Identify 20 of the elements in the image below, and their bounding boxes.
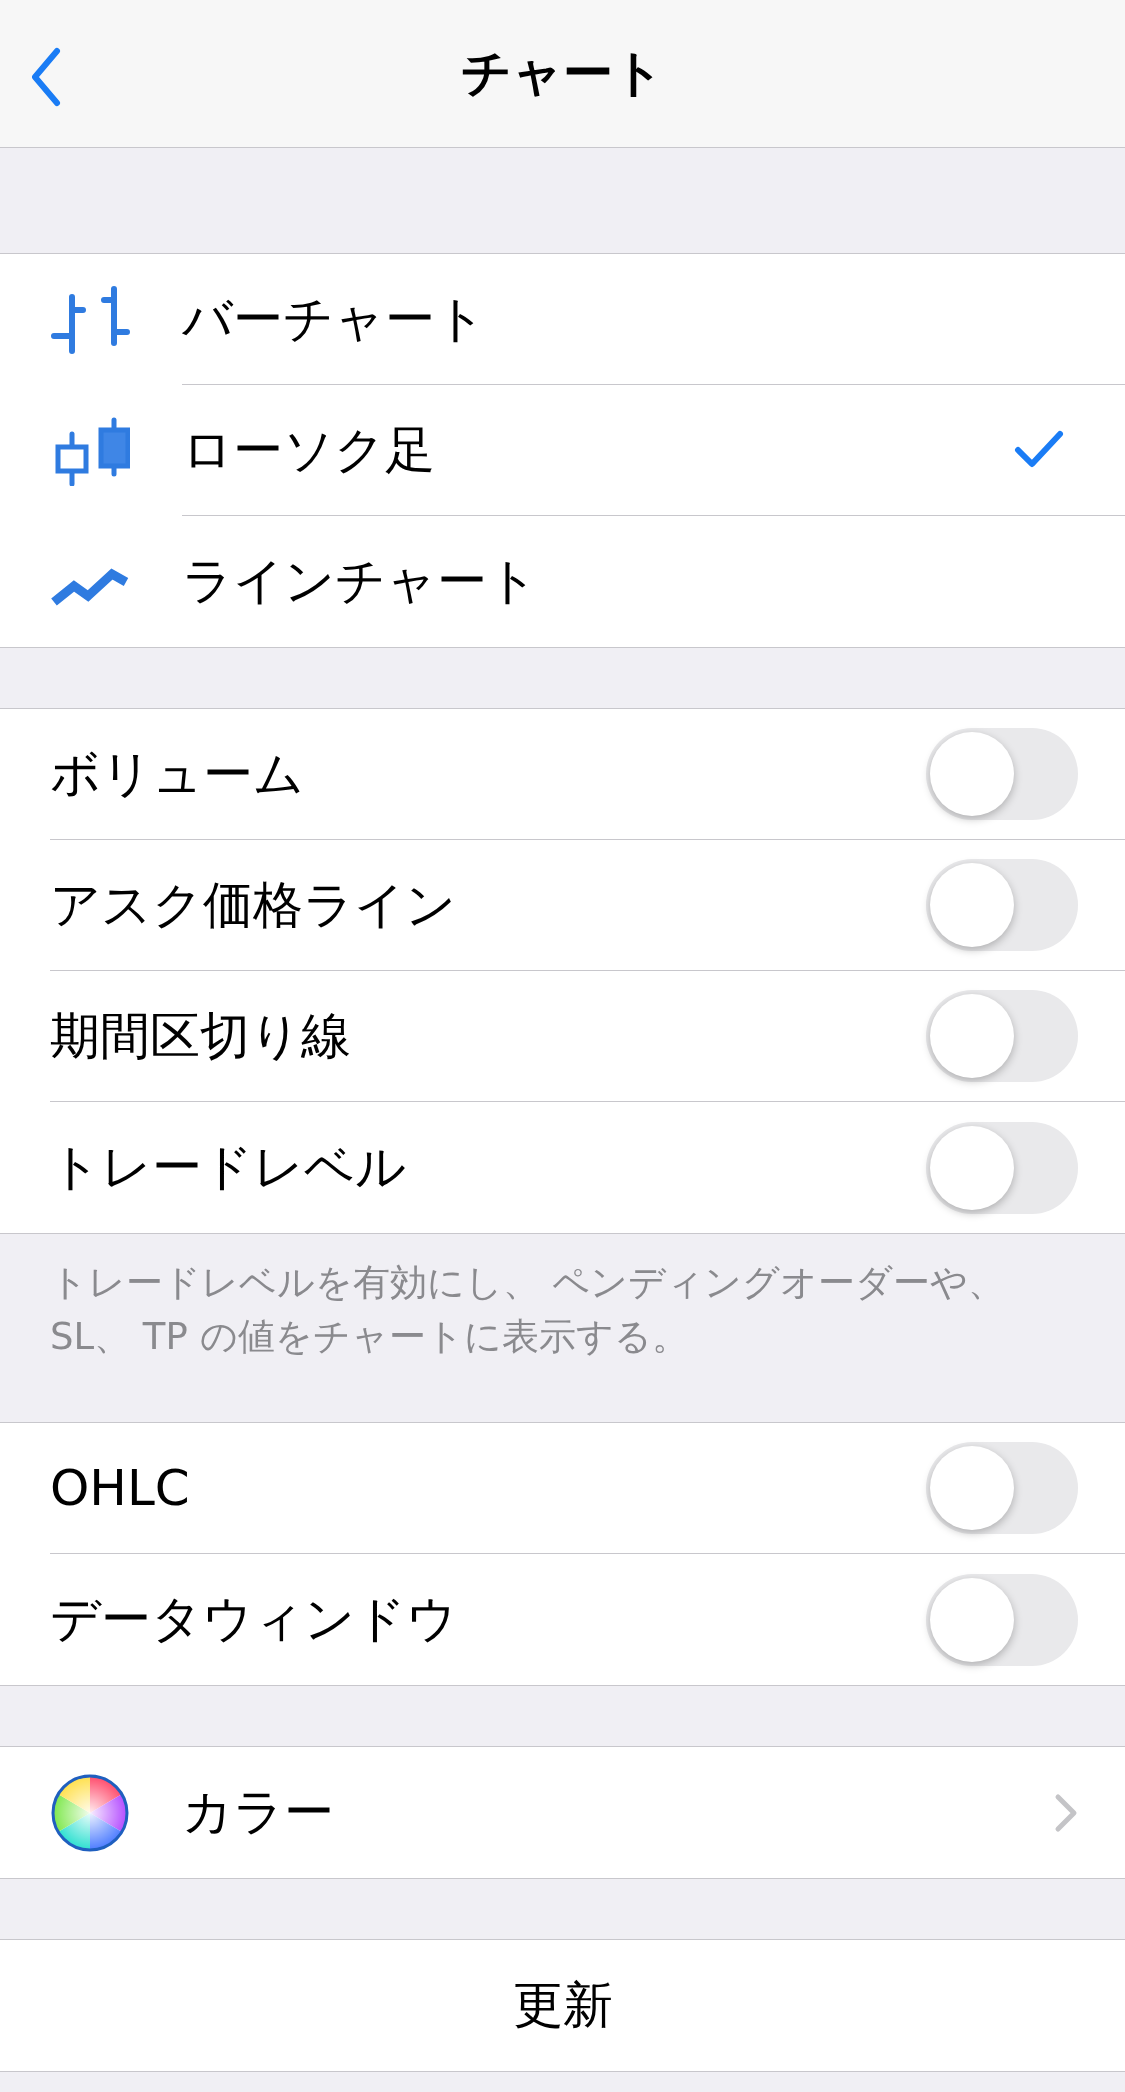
setting-label: データウィンドウ (50, 1589, 457, 1650)
chart-type-option[interactable]: ラインチャート (0, 516, 1125, 647)
option-label: ラインチャート (182, 551, 538, 612)
option-label: バーチャート (182, 288, 486, 350)
color-settings-row[interactable]: カラー (0, 1747, 1125, 1878)
color-wheel-icon (50, 1772, 130, 1853)
chart-type-option[interactable]: ローソク足 (0, 385, 1125, 516)
bar-chart-icon (50, 284, 130, 355)
option-label: ローソク足 (182, 419, 435, 481)
chart-type-option[interactable]: バーチャート (0, 254, 1125, 385)
setting-label: 期間区切り線 (50, 1005, 351, 1067)
back-chevron-icon (29, 47, 63, 107)
setting-label: アスク価格ライン (50, 874, 456, 936)
footnote-text: トレードレベルを有効にし、 ペンディングオーダーや、 SL、 TP の値をチャートに表示する。 (49, 1260, 1006, 1360)
chevron-icon (1054, 1792, 1078, 1833)
setting-label: トレードレベル (50, 1137, 406, 1198)
option-label: カラー (182, 1782, 334, 1843)
setting-label: OHLC (50, 1459, 190, 1517)
setting-label: ボリューム (50, 743, 304, 805)
screen-title: チャート (461, 43, 664, 104)
